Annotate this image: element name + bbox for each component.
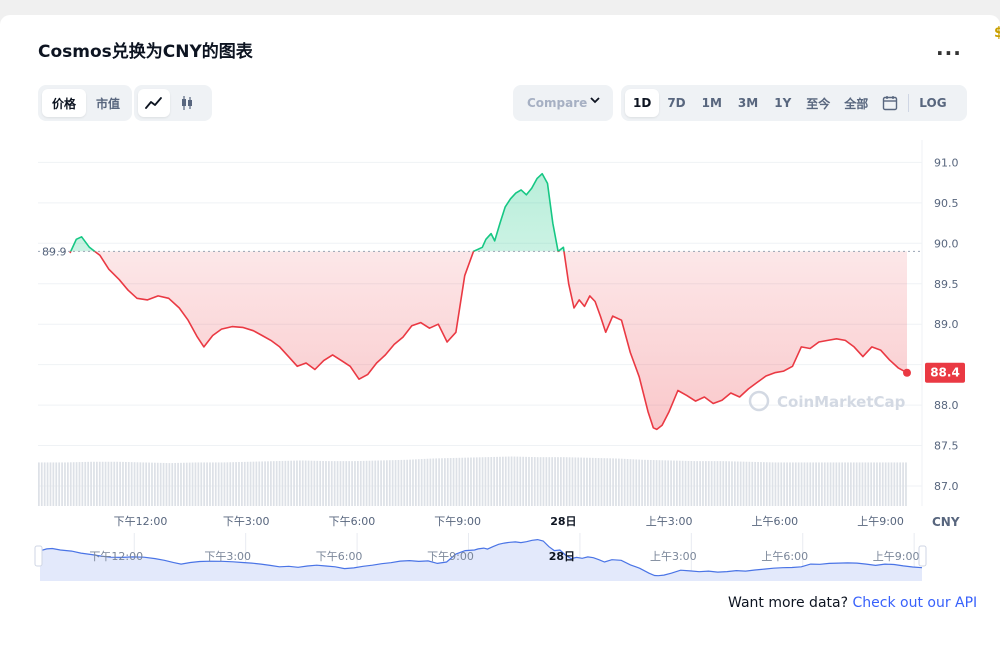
navigator-handle-right[interactable] xyxy=(918,545,927,567)
range-1m[interactable]: 1M xyxy=(694,89,730,117)
metric-toggle: 价格 市值 xyxy=(38,85,132,121)
chart-card: Cosmos兑换为CNY的图表 ... 价格 市值 Compare 1D 7D … xyxy=(0,15,1000,650)
range-1d[interactable]: 1D xyxy=(625,89,660,117)
range-ytd[interactable]: 至今 xyxy=(799,89,837,117)
range-toggle: 1D 7D 1M 3M 1Y 至今 全部 LOG xyxy=(621,85,967,121)
calendar-icon xyxy=(883,96,898,111)
compare-dropdown[interactable]: Compare xyxy=(513,85,613,121)
range-all[interactable]: 全部 xyxy=(837,89,875,117)
compare-label: Compare xyxy=(527,96,588,110)
api-promo: Want more data? Check out our API xyxy=(728,595,977,611)
api-link[interactable]: Check out our API xyxy=(852,595,977,611)
api-promo-text: Want more data? xyxy=(728,595,849,611)
log-scale-toggle[interactable]: LOG xyxy=(912,89,953,117)
more-options-button[interactable]: ... xyxy=(936,38,962,58)
candlestick-icon xyxy=(182,96,192,110)
page-title: Cosmos兑换为CNY的图表 xyxy=(38,42,253,62)
range-3m[interactable]: 3M xyxy=(730,89,766,117)
line-chart-button[interactable] xyxy=(138,89,170,117)
range-1y[interactable]: 1Y xyxy=(766,89,799,117)
range-7d[interactable]: 7D xyxy=(659,89,693,117)
line-chart-icon xyxy=(145,97,162,109)
tab-market-cap[interactable]: 市值 xyxy=(86,89,130,117)
navigator-handle-left[interactable] xyxy=(34,545,43,567)
edge-badge-icon: $ xyxy=(994,25,1000,41)
toolbar-divider xyxy=(908,94,910,112)
date-picker-button[interactable] xyxy=(875,89,905,117)
chevron-down-icon xyxy=(590,97,600,104)
chart-type-toggle xyxy=(134,85,212,121)
tab-price[interactable]: 价格 xyxy=(42,89,87,117)
candlestick-chart-button[interactable] xyxy=(170,89,204,117)
